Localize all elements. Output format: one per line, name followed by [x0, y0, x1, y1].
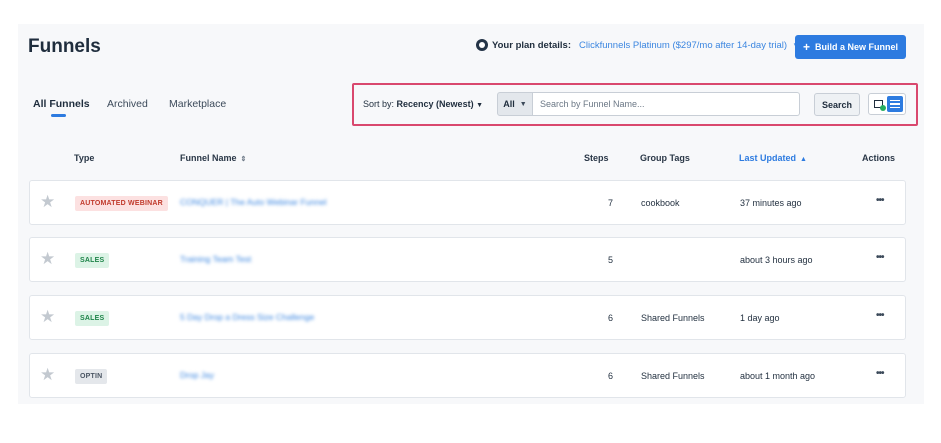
column-header-funnel-name[interactable]: Funnel Name ⇕: [180, 153, 246, 163]
page-title: Funnels: [28, 36, 101, 57]
view-toggle[interactable]: [868, 93, 906, 115]
build-new-funnel-button[interactable]: + Build a New Funnel: [795, 35, 906, 59]
type-badge: SALES: [75, 311, 110, 326]
funnel-name-link[interactable]: Drop Jay: [180, 370, 214, 380]
star-icon[interactable]: ★: [40, 366, 55, 383]
table-row[interactable]: ★ SALES 5 Day Drop a Dress Size Challeng…: [29, 295, 906, 340]
more-actions-icon[interactable]: •••: [876, 368, 884, 379]
steps-count: 5: [608, 255, 614, 265]
search-input[interactable]: [533, 92, 800, 116]
tab-marketplace[interactable]: Marketplace: [169, 98, 226, 110]
tab-archived[interactable]: Archived: [107, 98, 148, 110]
more-actions-icon[interactable]: •••: [876, 195, 884, 206]
group-tags: Shared Funnels: [641, 313, 705, 323]
table-row[interactable]: ★ SALES Training Team Test 5 about 3 hou…: [29, 237, 906, 282]
last-updated: 1 day ago: [740, 313, 780, 323]
type-badge: OPTIN: [75, 369, 108, 384]
steps-count: 6: [608, 371, 614, 381]
tab-all-funnels[interactable]: All Funnels: [33, 98, 90, 110]
table-row[interactable]: ★ AUTOMATED WEBINAR CONQUER | The Auto W…: [29, 180, 906, 225]
sort-by-dropdown[interactable]: Sort by: Recency (Newest) ▼: [363, 99, 483, 109]
column-label: Last Updated: [739, 153, 797, 163]
sort-icon[interactable]: ⇕: [241, 156, 247, 163]
type-badge: SALES: [75, 253, 110, 268]
column-label: Funnel Name: [180, 153, 237, 163]
last-updated: about 3 hours ago: [740, 255, 813, 265]
plus-icon: +: [802, 40, 810, 54]
scope-value: All: [503, 99, 515, 109]
chevron-down-icon: ▼: [476, 102, 484, 109]
last-updated: 37 minutes ago: [740, 198, 802, 208]
star-icon[interactable]: ★: [40, 308, 55, 325]
type-badge: AUTOMATED WEBINAR: [75, 196, 168, 211]
plan-value[interactable]: Clickfunnels Platinum ($297/mo after 14-…: [579, 40, 787, 51]
plan-info-icon: [476, 39, 488, 51]
funnel-name-link[interactable]: CONQUER | The Auto Webinar Funnel: [180, 197, 326, 207]
steps-count: 6: [608, 313, 614, 323]
column-header-group-tags: Group Tags: [640, 153, 690, 163]
column-header-actions: Actions: [862, 153, 896, 163]
sort-asc-icon[interactable]: ▲: [800, 156, 807, 163]
funnel-name-link[interactable]: Training Team Test: [180, 254, 251, 264]
column-header-steps: Steps: [584, 153, 609, 163]
steps-count: 7: [608, 198, 614, 208]
sort-value: Recency (Newest): [396, 99, 474, 109]
build-button-label: Build a New Funnel: [815, 42, 899, 52]
plan-label: Your plan details:: [492, 39, 572, 51]
list-view-icon[interactable]: [887, 96, 903, 112]
chevron-down-icon: ▼: [519, 100, 527, 108]
search-button[interactable]: Search: [814, 93, 860, 116]
active-tab-indicator: [51, 114, 66, 117]
plan-details[interactable]: Your plan details: Clickfunnels Platinum…: [476, 39, 800, 51]
sort-prefix: Sort by:: [363, 99, 395, 109]
column-header-type: Type: [74, 153, 95, 163]
last-updated: about 1 month ago: [740, 371, 816, 381]
column-header-last-updated[interactable]: Last Updated ▲: [739, 153, 807, 163]
star-icon[interactable]: ★: [40, 193, 55, 210]
scope-select[interactable]: All ▼: [497, 92, 533, 116]
star-icon[interactable]: ★: [40, 250, 55, 267]
more-actions-icon[interactable]: •••: [876, 252, 884, 263]
more-actions-icon[interactable]: •••: [876, 310, 884, 321]
table-row[interactable]: ★ OPTIN Drop Jay 6 Shared Funnels about …: [29, 353, 906, 398]
funnel-name-link[interactable]: 5 Day Drop a Dress Size Challenge: [180, 312, 314, 322]
group-tags: cookbook: [641, 198, 680, 208]
grid-view-icon[interactable]: [871, 97, 886, 111]
group-tags: Shared Funnels: [641, 371, 705, 381]
